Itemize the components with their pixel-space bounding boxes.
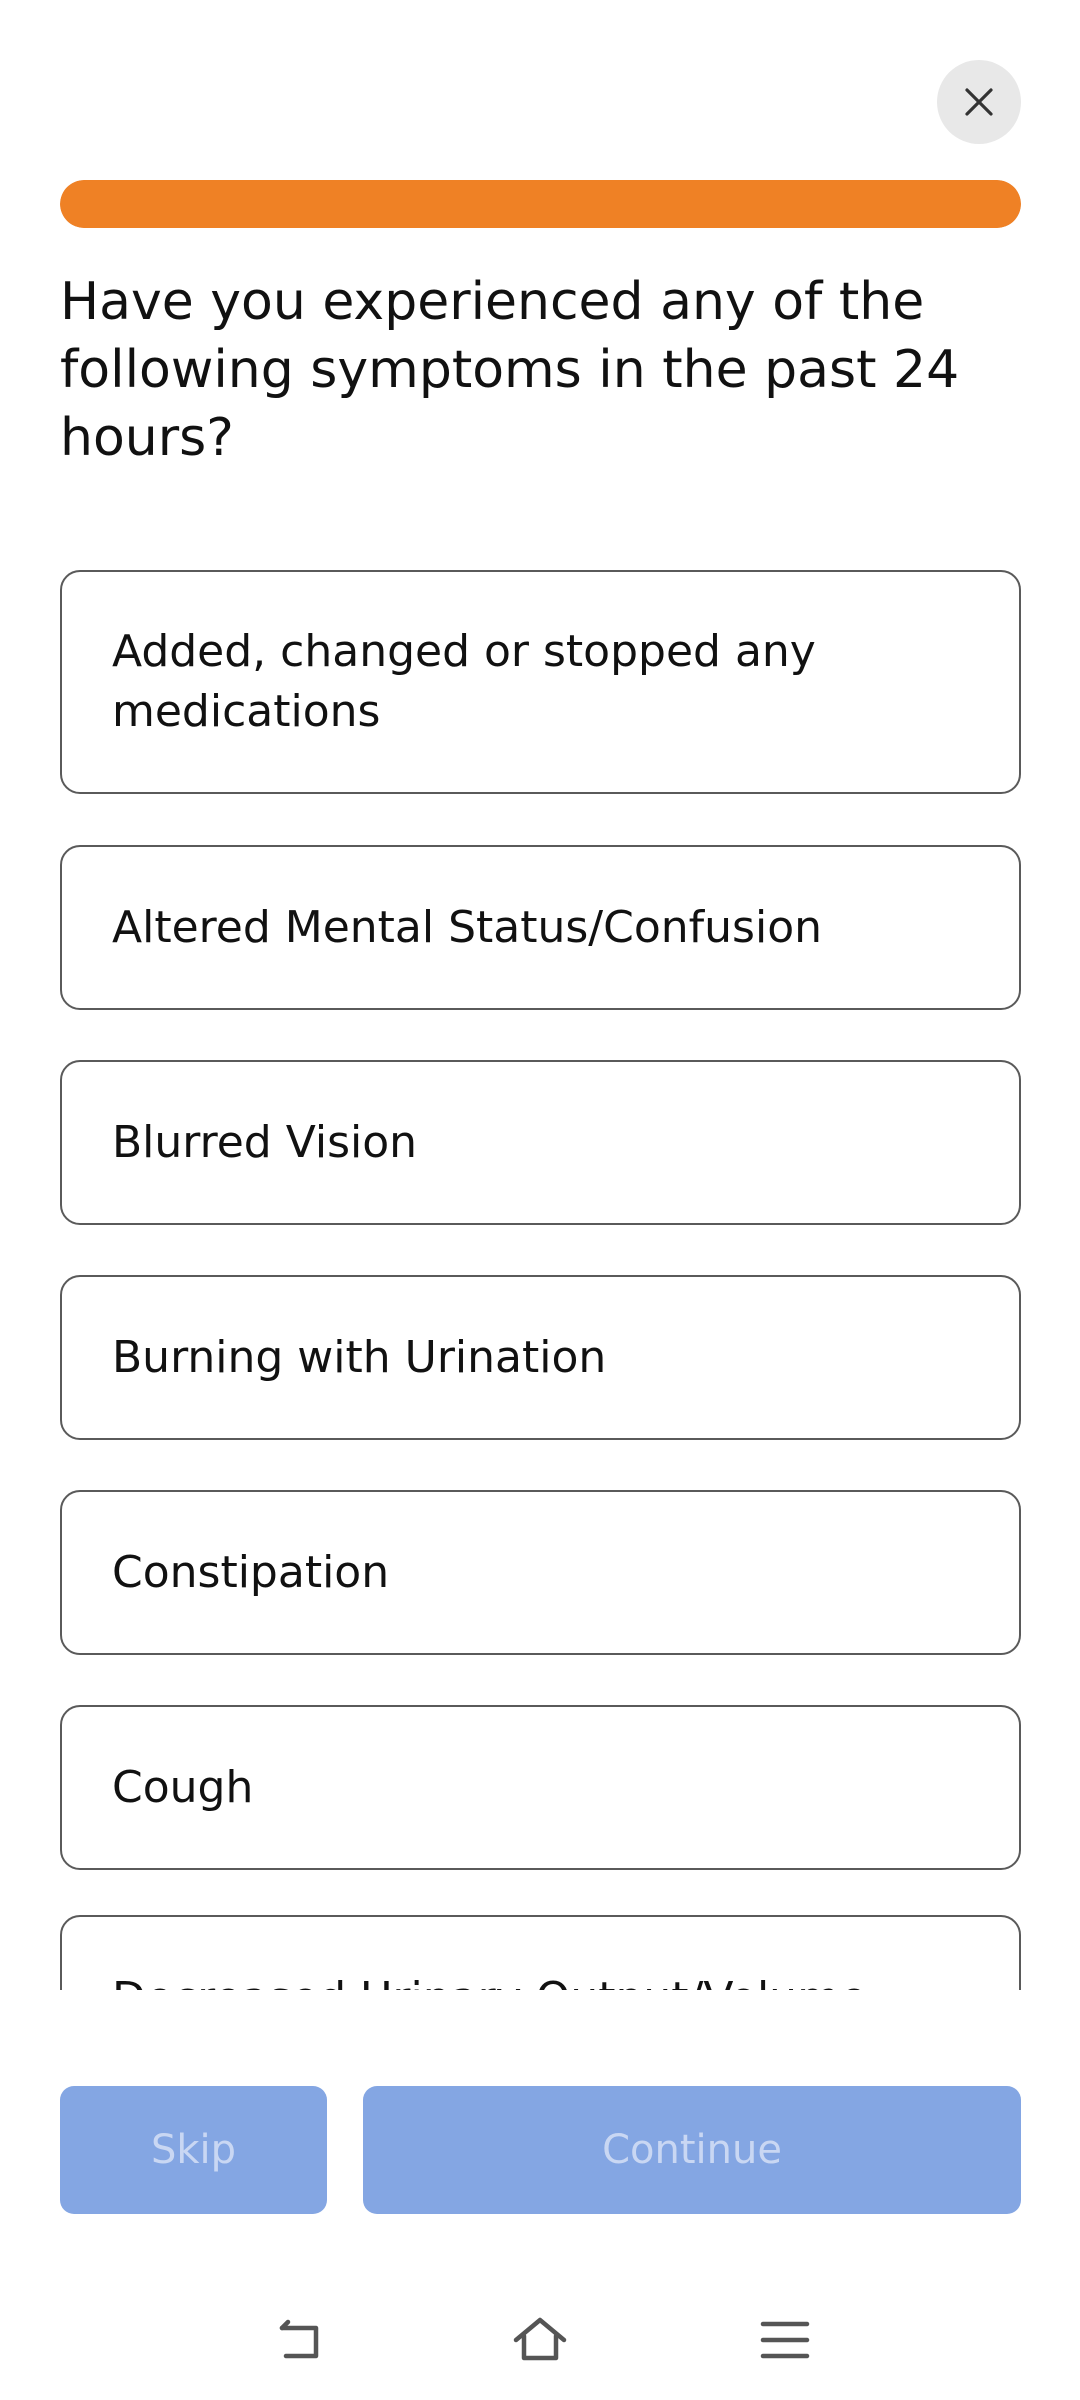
symptom-option-label: Decreased Urinary Output/Volume	[112, 1969, 867, 1990]
symptom-option[interactable]: Cough	[60, 1705, 1021, 1870]
symptom-option-label: Burning with Urination	[112, 1331, 607, 1383]
close-button[interactable]	[937, 60, 1021, 144]
system-navigation-bar	[0, 2300, 1080, 2380]
close-icon	[965, 88, 993, 116]
continue-button[interactable]: Continue	[363, 2086, 1021, 2214]
symptom-option-label: Cough	[112, 1761, 254, 1813]
menu-icon[interactable]	[755, 2314, 815, 2366]
symptom-option-label: Added, changed or stopped any medication…	[112, 626, 816, 737]
back-icon[interactable]	[272, 2314, 332, 2366]
symptom-option-label: Constipation	[112, 1546, 390, 1598]
symptom-options-list[interactable]: Added, changed or stopped any medication…	[0, 560, 1080, 1990]
home-icon[interactable]	[510, 2314, 570, 2366]
symptom-option[interactable]: Blurred Vision	[60, 1060, 1021, 1225]
symptom-option-label: Blurred Vision	[112, 1116, 418, 1168]
symptom-option-label: Altered Mental Status/Confusion	[112, 901, 822, 953]
progress-bar-fill	[60, 180, 1021, 228]
skip-button[interactable]: Skip	[60, 2086, 327, 2214]
symptom-option[interactable]: Added, changed or stopped any medication…	[60, 570, 1021, 794]
question-title: Have you experienced any of the followin…	[60, 272, 960, 468]
symptom-option[interactable]: Burning with Urination	[60, 1275, 1021, 1440]
symptom-option[interactable]: Constipation	[60, 1490, 1021, 1655]
symptom-option[interactable]: Altered Mental Status/Confusion	[60, 845, 1021, 1010]
progress-bar	[60, 180, 1021, 228]
symptom-option[interactable]: Decreased Urinary Output/Volume	[60, 1915, 1021, 1990]
symptom-survey-screen: Have you experienced any of the followin…	[0, 0, 1080, 2400]
